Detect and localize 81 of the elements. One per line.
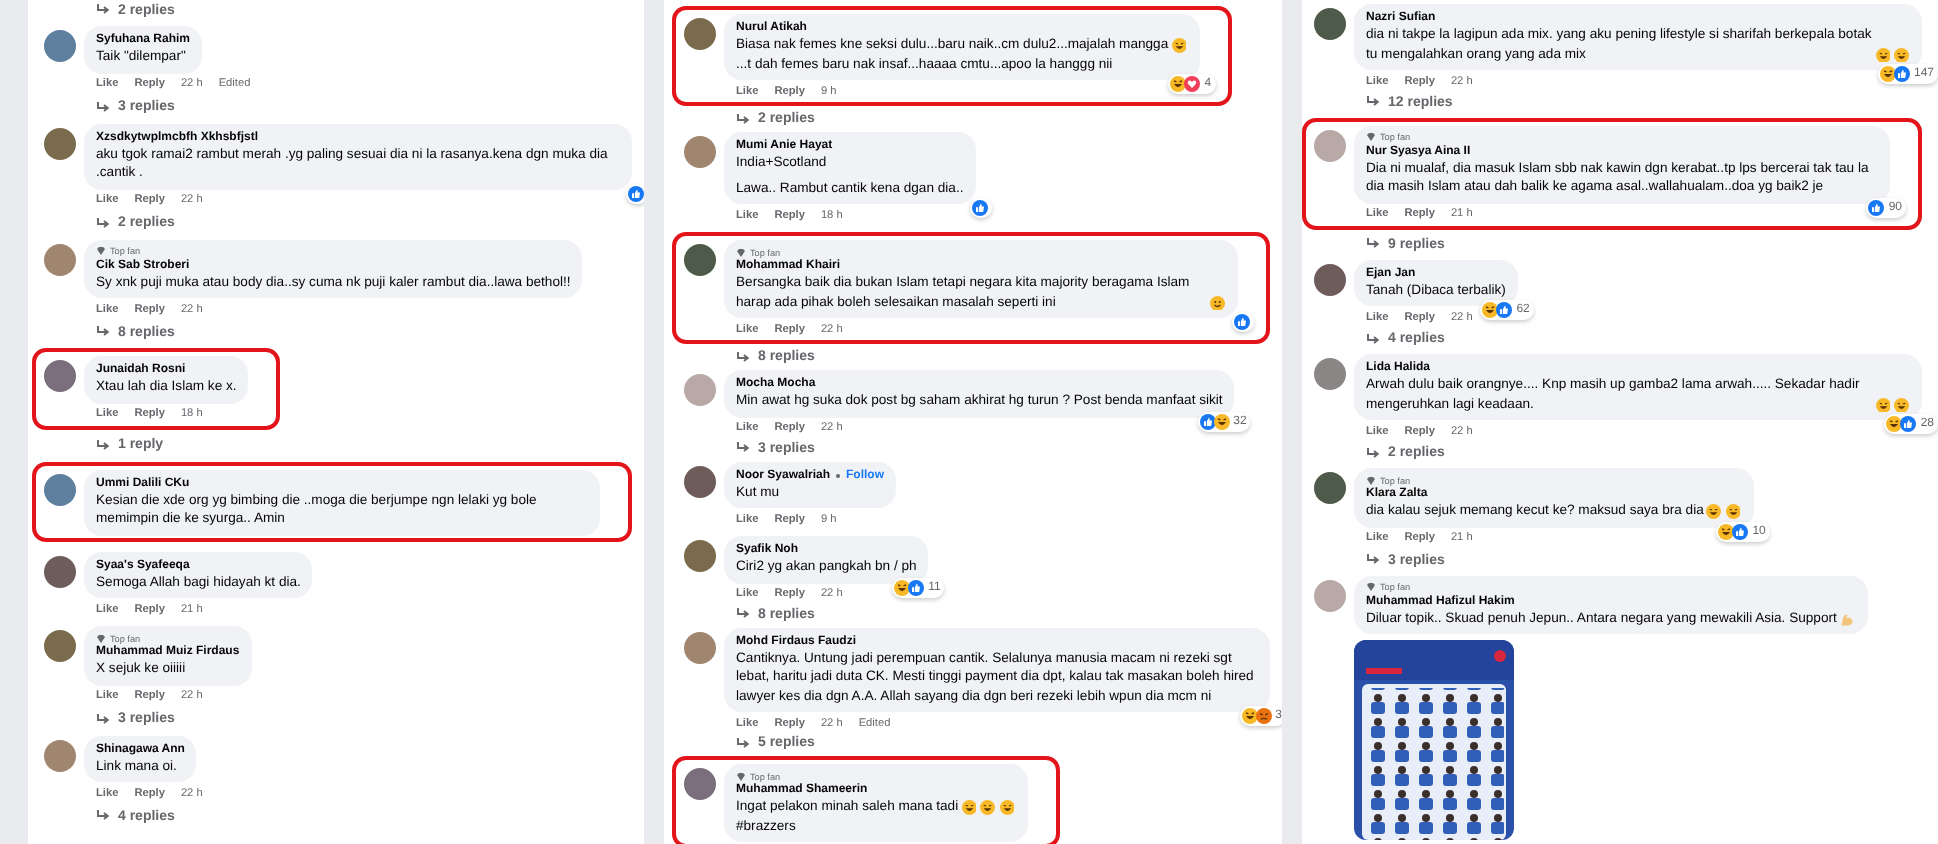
- angry-reaction-icon: [1255, 708, 1272, 724]
- like-reaction-icon: [1900, 416, 1917, 433]
- avatar: [1314, 8, 1346, 40]
- laughing-reaction-icon: [1241, 708, 1258, 724]
- avatar: [1314, 129, 1346, 162]
- avatar: [44, 30, 76, 62]
- avatar: [44, 473, 76, 505]
- reply-arrow-icon: [1366, 333, 1382, 346]
- like-reaction-icon: [1732, 523, 1749, 540]
- like-reaction-icon: [1496, 302, 1513, 319]
- reply-arrow-icon: [736, 442, 752, 454]
- laughing-emoji-icon: [1894, 47, 1909, 62]
- like-reaction-icon: [1868, 199, 1885, 216]
- laughing-emoji-icon: [1875, 397, 1890, 413]
- avatar: [44, 739, 76, 771]
- avatar: [684, 540, 716, 572]
- diamond-icon: [96, 246, 106, 256]
- laughing-reaction-icon: [894, 579, 911, 595]
- reply-arrow-icon: [736, 737, 752, 749]
- laughing-reaction-icon: [1170, 76, 1187, 92]
- smiling-emoji-icon: [1210, 295, 1225, 310]
- like-reaction-icon: [1199, 413, 1216, 429]
- diamond-icon: [736, 771, 746, 781]
- diamond-icon: [736, 247, 746, 257]
- laughing-emoji-icon: [1706, 504, 1722, 520]
- avatar: [1314, 472, 1346, 505]
- reply-arrow-icon: [1366, 554, 1382, 567]
- reply-arrow-icon: [96, 4, 112, 16]
- like-reaction-icon: [1234, 314, 1250, 330]
- reply-arrow-icon: [736, 608, 752, 620]
- reply-arrow-icon: [736, 113, 752, 125]
- laughing-emoji-icon: [980, 800, 996, 815]
- reply-arrow-icon: [96, 326, 112, 338]
- reply-arrow-icon: [1366, 238, 1382, 251]
- avatar: [684, 631, 716, 663]
- avatar: [684, 18, 716, 50]
- avatar: [684, 136, 716, 168]
- laughing-emoji-icon: [1171, 38, 1187, 53]
- reply-arrow-icon: [1366, 96, 1382, 109]
- diamond-icon: [1366, 582, 1376, 593]
- laughing-reaction-icon: [1718, 523, 1735, 540]
- reply-arrow-icon: [1366, 447, 1382, 460]
- reaction-summary[interactable]: [1232, 312, 1254, 332]
- avatar: [44, 243, 76, 275]
- reply-arrow-icon: [96, 217, 112, 229]
- avatar: [684, 374, 716, 406]
- avatar: [684, 465, 716, 497]
- like-reaction-icon: [908, 579, 925, 595]
- reply-arrow-icon: [736, 351, 752, 363]
- avatar: [44, 360, 76, 392]
- avatar: [1314, 263, 1346, 296]
- heart-reaction-icon: [1184, 76, 1201, 92]
- reaction-summary[interactable]: [626, 183, 644, 203]
- like-reaction-icon: [1893, 66, 1910, 82]
- laughing-reaction-icon: [1482, 302, 1499, 319]
- avatar: [44, 127, 76, 159]
- avatar: [684, 768, 716, 800]
- laughing-reaction-icon: [1213, 413, 1230, 429]
- laughing-emoji-icon: [961, 800, 977, 815]
- reply-arrow-icon: [96, 439, 112, 451]
- flexed-arm-icon: [1839, 611, 1855, 627]
- like-reaction-icon: [971, 200, 988, 216]
- diamond-icon: [1366, 132, 1376, 143]
- reply-arrow-icon: [96, 713, 112, 725]
- avatar: [44, 555, 76, 587]
- laughing-emoji-icon: [1875, 47, 1890, 62]
- laughing-emoji-icon: [999, 800, 1015, 815]
- laughing-emoji-icon: [1894, 397, 1909, 413]
- avatar: [684, 244, 716, 276]
- laughing-reaction-icon: [1886, 416, 1903, 433]
- separator-dot-icon: [836, 473, 841, 477]
- laughing-reaction-icon: [1879, 66, 1896, 82]
- avatar: [1314, 358, 1346, 391]
- reply-arrow-icon: [96, 101, 112, 113]
- laughing-emoji-icon: [1725, 504, 1741, 520]
- reply-arrow-icon: [96, 810, 112, 822]
- diamond-icon: [1366, 475, 1376, 486]
- avatar: [1314, 579, 1346, 612]
- avatar: [44, 630, 76, 662]
- diamond-icon: [96, 633, 106, 643]
- reaction-summary[interactable]: [969, 198, 992, 218]
